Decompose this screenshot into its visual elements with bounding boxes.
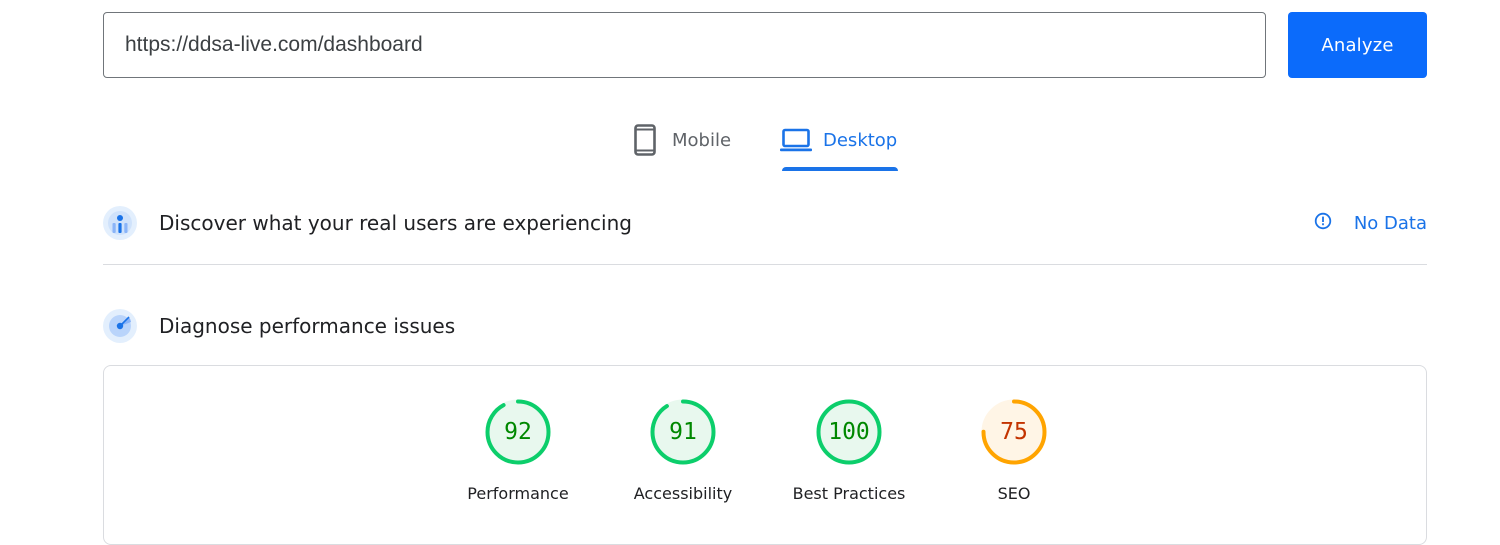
real-users-section: Discover what your real users are experi…: [103, 203, 1427, 243]
no-data-link[interactable]: No Data: [1314, 203, 1427, 243]
scores-card: 92 Performance 91 Accessibility 100 Best…: [103, 365, 1427, 545]
no-data-label: No Data: [1353, 212, 1427, 234]
diagnose-section: Diagnose performance issues: [103, 306, 1427, 346]
smartphone-icon: [633, 124, 657, 156]
tab-mobile-label: Mobile: [672, 129, 732, 151]
gauge-best-practices[interactable]: 100 Best Practices: [779, 399, 919, 509]
gauge-score: 100: [828, 419, 870, 445]
section-divider: [103, 264, 1427, 265]
tab-mobile[interactable]: Mobile: [633, 112, 731, 168]
info-icon: [1314, 212, 1332, 235]
users-chart-icon: [103, 206, 137, 240]
gauge-score: 75: [1000, 419, 1028, 445]
tab-desktop[interactable]: Desktop: [780, 112, 897, 168]
laptop-icon: [780, 127, 812, 153]
tab-desktop-label: Desktop: [823, 129, 898, 151]
gauge-accessibility[interactable]: 91 Accessibility: [613, 399, 753, 509]
analyze-button[interactable]: Analyze: [1288, 12, 1427, 78]
real-users-title: Discover what your real users are experi…: [159, 211, 632, 235]
gauge-label: Accessibility: [633, 484, 733, 503]
gauge-score: 91: [669, 419, 697, 445]
diagnose-title: Diagnose performance issues: [159, 314, 456, 338]
gauge-performance[interactable]: 92 Performance: [448, 399, 588, 509]
gauge-score: 92: [504, 419, 532, 445]
target-icon: [103, 309, 137, 343]
gauge-label: SEO: [997, 484, 1031, 503]
gauge-label: Performance: [467, 484, 569, 503]
device-tabs: Mobile Desktop: [0, 112, 1500, 172]
active-tab-indicator: [782, 167, 898, 171]
url-input[interactable]: [103, 12, 1266, 78]
gauge-label: Best Practices: [792, 484, 906, 503]
gauge-seo[interactable]: 75 SEO: [944, 399, 1084, 509]
